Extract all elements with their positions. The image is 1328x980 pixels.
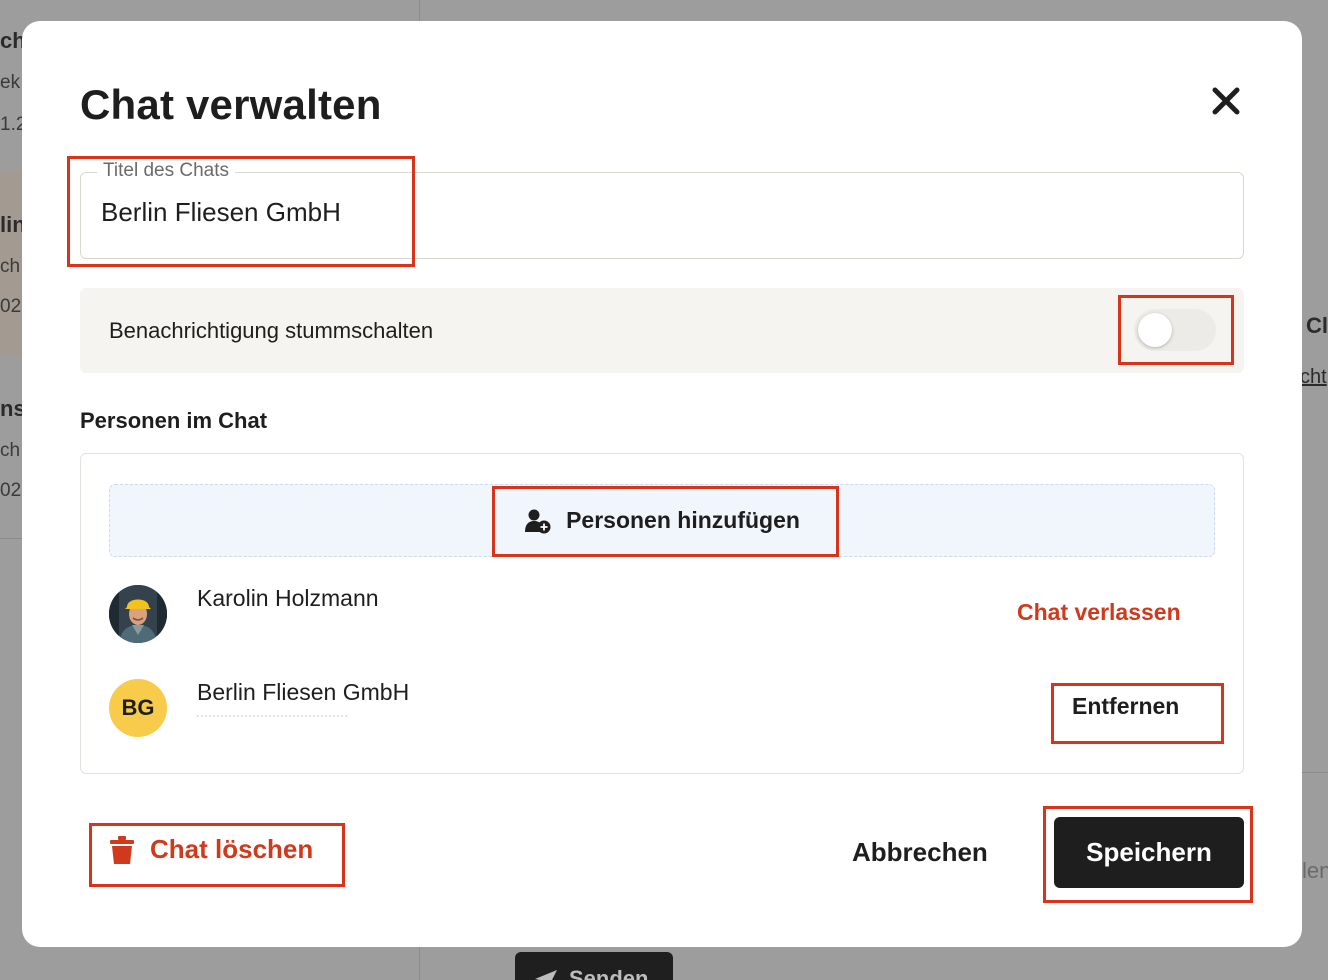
member-name: Karolin Holzmann (197, 585, 379, 611)
remove-member-link[interactable]: Entfernen (1072, 693, 1179, 720)
mute-notifications-toggle[interactable] (1134, 309, 1216, 351)
avatar (109, 585, 167, 643)
add-persons-button[interactable]: Personen hinzufügen (109, 484, 1215, 557)
close-icon (1212, 87, 1240, 115)
leave-chat-link[interactable]: Chat verlassen (1017, 599, 1181, 626)
save-button[interactable]: Speichern (1054, 817, 1244, 888)
person-photo-icon (109, 585, 167, 643)
background-divider (1300, 772, 1328, 773)
chat-title-label: Titel des Chats (97, 160, 236, 182)
chat-title-field: Titel des Chats (80, 160, 1244, 259)
manage-chat-dialog: Chat verwalten Titel des Chats Benachric… (22, 21, 1302, 947)
add-persons-label: Personen hinzufügen (566, 507, 800, 533)
dialog-title: Chat verwalten (80, 81, 382, 128)
background-text: ek (0, 72, 21, 93)
delete-chat-label: Chat löschen (150, 834, 314, 864)
background-send-button: Senden (515, 952, 673, 980)
member-row: Karolin Holzmann Chat verlassen BG Berli… (109, 585, 1215, 737)
persons-list: Personen hinzufügen Karolin Holzmann Cha… (80, 453, 1244, 774)
background-text: len (1302, 858, 1328, 883)
delete-chat-button[interactable]: Chat löschen (110, 834, 313, 865)
member-subtitle-placeholder (197, 715, 347, 718)
mute-notifications-label: Benachrichtigung stummschalten (109, 318, 434, 343)
chat-title-input[interactable] (101, 197, 1201, 228)
mute-notifications-row: Benachrichtigung stummschalten (80, 288, 1244, 373)
background-text: Cl (1306, 313, 1328, 338)
add-person-icon (525, 509, 551, 533)
trash-icon (110, 835, 134, 864)
toggle-knob (1138, 313, 1172, 347)
cancel-button[interactable]: Abbrechen (852, 837, 988, 868)
member-name: Berlin Fliesen GmbH (197, 679, 410, 705)
send-icon (535, 970, 557, 980)
persons-section-title: Personen im Chat (80, 408, 268, 433)
background-link: cht (1300, 366, 1327, 388)
close-button[interactable] (1202, 77, 1250, 125)
avatar: BG (109, 679, 167, 737)
background-send-label: Senden (569, 966, 649, 980)
